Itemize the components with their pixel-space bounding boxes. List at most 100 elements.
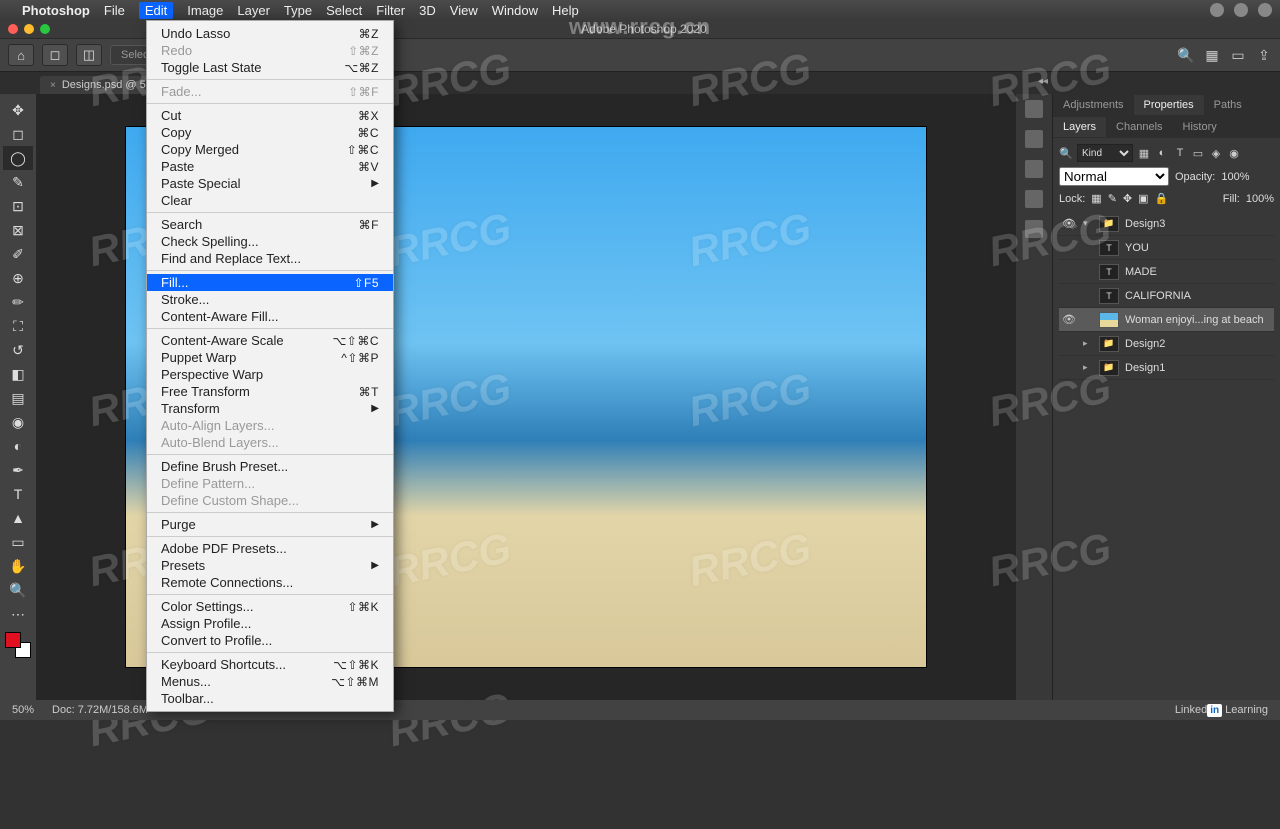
filter-adjust-icon[interactable]: ◐ — [1155, 146, 1169, 160]
libraries-panel-icon[interactable] — [1025, 160, 1043, 178]
crop-tool-icon[interactable]: ⊡ — [3, 194, 33, 218]
menu-item[interactable]: Assign Profile... — [147, 615, 393, 632]
cloud-icon[interactable] — [1210, 3, 1224, 17]
panel-tab-channels[interactable]: Channels — [1106, 117, 1172, 137]
pen-tool-icon[interactable]: ✒ — [3, 458, 33, 482]
menu-item[interactable]: Remote Connections... — [147, 574, 393, 591]
menu-filter[interactable]: Filter — [376, 3, 405, 18]
menu-item[interactable]: Undo Lasso⌘Z — [147, 25, 393, 42]
lasso-tool-icon[interactable]: ◯ — [3, 146, 33, 170]
visibility-toggle-icon[interactable]: 👁 — [1061, 313, 1077, 326]
gradient-tool-icon[interactable]: ▤ — [3, 386, 33, 410]
dodge-tool-icon[interactable]: ◐ — [3, 434, 33, 458]
lock-pixels-icon[interactable]: ✎ — [1108, 192, 1117, 205]
expand-icon[interactable]: ▸ — [1083, 362, 1093, 373]
filter-smart-icon[interactable]: ◈ — [1209, 146, 1223, 160]
filter-type-icon[interactable]: T — [1173, 146, 1187, 160]
menu-item[interactable]: Color Settings...⇧⌘K — [147, 598, 393, 615]
brush-tool-icon[interactable]: ✏ — [3, 290, 33, 314]
minimize-window-icon[interactable] — [24, 24, 34, 34]
shape-tool-icon[interactable]: ▭ — [3, 530, 33, 554]
edit-toolbar-icon[interactable]: ⋯ — [3, 602, 33, 626]
menu-item[interactable]: Perspective Warp — [147, 366, 393, 383]
blur-tool-icon[interactable]: ◉ — [3, 410, 33, 434]
filter-toggle-icon[interactable]: ◉ — [1227, 146, 1241, 160]
arrange-icon[interactable]: ▭ — [1230, 47, 1246, 63]
menu-item[interactable]: Toolbar... — [147, 690, 393, 707]
workspace-icon[interactable]: ▦ — [1204, 47, 1220, 63]
layer-row[interactable]: TCALIFORNIA — [1059, 284, 1274, 308]
layer-name[interactable]: Woman enjoyi...ing at beach — [1125, 314, 1272, 326]
move-tool-icon[interactable]: ✥ — [3, 98, 33, 122]
menu-item[interactable]: Paste⌘V — [147, 158, 393, 175]
menu-item[interactable]: Free Transform⌘T — [147, 383, 393, 400]
color-swatches[interactable] — [5, 632, 31, 658]
menu-item[interactable]: Puppet Warp^⇧⌘P — [147, 349, 393, 366]
frame-tool-icon[interactable]: ⊠ — [3, 218, 33, 242]
menu-edit[interactable]: Edit — [139, 2, 173, 19]
color-panel-icon[interactable] — [1025, 100, 1043, 118]
hand-tool-icon[interactable]: ✋ — [3, 554, 33, 578]
layer-name[interactable]: Design3 — [1125, 218, 1272, 230]
menu-item[interactable]: Content-Aware Fill... — [147, 308, 393, 325]
healing-tool-icon[interactable]: ⊕ — [3, 266, 33, 290]
layer-name[interactable]: Design1 — [1125, 362, 1272, 374]
lock-artboard-icon[interactable]: ▣ — [1138, 192, 1148, 205]
zoom-tool-icon[interactable]: 🔍 — [3, 578, 33, 602]
menu-item[interactable]: Keyboard Shortcuts...⌥⇧⌘K — [147, 656, 393, 673]
menu-window[interactable]: Window — [492, 3, 538, 18]
layer-row[interactable]: TMADE — [1059, 260, 1274, 284]
menu-item[interactable]: Transform▶ — [147, 400, 393, 417]
eyedropper-tool-icon[interactable]: ✐ — [3, 242, 33, 266]
adjustments-panel-icon[interactable] — [1025, 190, 1043, 208]
close-tab-icon[interactable]: × — [50, 80, 56, 91]
visibility-toggle-icon[interactable]: 👁 — [1061, 217, 1077, 230]
menu-item[interactable]: Purge▶ — [147, 516, 393, 533]
expand-icon[interactable]: ▸ — [1083, 338, 1093, 349]
foreground-color-swatch[interactable] — [5, 632, 21, 648]
layer-row[interactable]: ▸📁Design1 — [1059, 356, 1274, 380]
lock-all-icon[interactable]: 🔒 — [1155, 192, 1169, 205]
layer-filter-kind[interactable]: Kind — [1077, 144, 1133, 162]
stamp-tool-icon[interactable]: ⛶ — [3, 314, 33, 338]
menu-item[interactable]: Toggle Last State⌥⌘Z — [147, 59, 393, 76]
layer-row[interactable]: ▸📁Design2 — [1059, 332, 1274, 356]
user-icon[interactable] — [1234, 3, 1248, 17]
share-icon[interactable]: ⇪ — [1256, 47, 1272, 63]
settings-icon[interactable] — [1258, 3, 1272, 17]
panel-tab-layers[interactable]: Layers — [1053, 117, 1106, 137]
eraser-tool-icon[interactable]: ◧ — [3, 362, 33, 386]
menu-image[interactable]: Image — [187, 3, 223, 18]
zoom-level[interactable]: 50% — [12, 704, 34, 716]
path-select-tool-icon[interactable]: ▲ — [3, 506, 33, 530]
lock-transparency-icon[interactable]: ▦ — [1091, 192, 1101, 205]
styles-panel-icon[interactable] — [1025, 220, 1043, 238]
marquee-tool-icon[interactable]: ◻ — [3, 122, 33, 146]
selection-new-icon[interactable]: ◻ — [42, 44, 68, 66]
blend-mode-select[interactable]: Normal — [1059, 167, 1169, 186]
panel-collapse-icon[interactable]: ◂◂ — [1038, 76, 1048, 87]
menu-item[interactable]: Search⌘F — [147, 216, 393, 233]
menu-item[interactable]: Clear — [147, 192, 393, 209]
quick-select-tool-icon[interactable]: ✎ — [3, 170, 33, 194]
swatches-panel-icon[interactable] — [1025, 130, 1043, 148]
menu-item[interactable]: Copy⌘C — [147, 124, 393, 141]
search-icon[interactable]: 🔍 — [1059, 146, 1073, 160]
menu-3d[interactable]: 3D — [419, 3, 436, 18]
home-icon[interactable]: ⌂ — [8, 44, 34, 66]
menu-item[interactable]: Stroke... — [147, 291, 393, 308]
menu-select[interactable]: Select — [326, 3, 362, 18]
app-name[interactable]: Photoshop — [22, 3, 90, 18]
menu-item[interactable]: Find and Replace Text... — [147, 250, 393, 267]
menu-item[interactable]: Adobe PDF Presets... — [147, 540, 393, 557]
expand-icon[interactable]: ▾ — [1083, 218, 1093, 229]
layer-name[interactable]: MADE — [1125, 266, 1272, 278]
menu-item[interactable]: Menus...⌥⇧⌘M — [147, 673, 393, 690]
menu-layer[interactable]: Layer — [237, 3, 270, 18]
menu-file[interactable]: File — [104, 3, 125, 18]
menu-item[interactable]: Convert to Profile... — [147, 632, 393, 649]
zoom-window-icon[interactable] — [40, 24, 50, 34]
layer-name[interactable]: YOU — [1125, 242, 1272, 254]
fill-value[interactable]: 100% — [1246, 193, 1274, 205]
panel-tab-history[interactable]: History — [1173, 117, 1227, 137]
